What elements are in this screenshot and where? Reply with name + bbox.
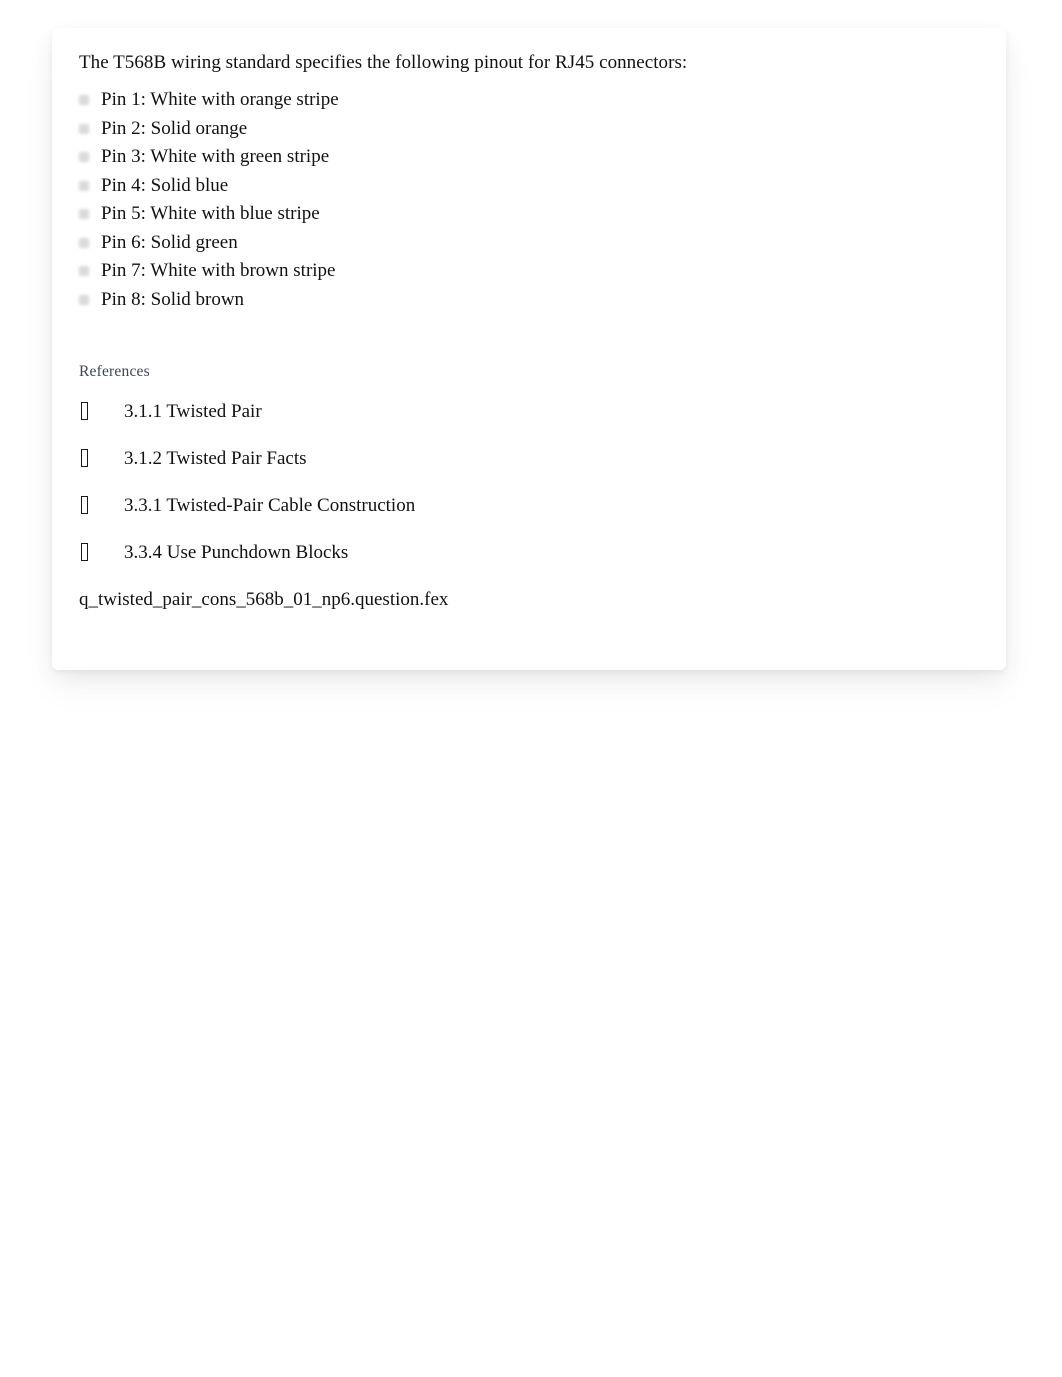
- pinout-item-label: Pin 6: Solid green: [101, 231, 238, 253]
- list-item: Pin 8: Solid brown: [79, 286, 982, 315]
- list-item: Pin 7: White with brown stripe: [79, 257, 982, 286]
- pinout-item-label: Pin 2: Solid orange: [101, 117, 248, 139]
- references-list: 3.1.1 Twisted Pair 3.1.2 Twisted Pair Fa…: [79, 400, 982, 565]
- missing-glyph-box-icon: [81, 496, 88, 514]
- list-item: Pin 4: Solid blue: [79, 172, 982, 201]
- references-heading: References: [79, 363, 150, 380]
- list-item: Pin 3: White with green stripe: [79, 143, 982, 172]
- list-item: Pin 6: Solid green: [79, 229, 982, 258]
- reference-link-label[interactable]: 3.1.1 Twisted Pair: [124, 401, 262, 422]
- card-content: The T568B wiring standard specifies the …: [79, 50, 982, 612]
- list-item[interactable]: 3.1.1 Twisted Pair: [79, 400, 982, 424]
- bullet-icon: [79, 180, 89, 191]
- reference-link-label[interactable]: 3.1.2 Twisted Pair Facts: [124, 448, 307, 469]
- bullet-icon: [79, 95, 89, 105]
- pinout-item-label: Pin 8: Solid brown: [101, 288, 245, 310]
- pinout-list: Pin 1: White with orange stripe Pin 2: S…: [79, 86, 982, 314]
- pinout-item-label: Pin 4: Solid blue: [101, 174, 229, 196]
- list-item: Pin 1: White with orange stripe: [79, 86, 982, 115]
- bullet-icon: [79, 294, 89, 305]
- list-item: Pin 2: Solid orange: [79, 115, 982, 144]
- pinout-item-label: Pin 1: White with orange stripe: [101, 89, 339, 110]
- reference-link-label[interactable]: 3.3.4 Use Punchdown Blocks: [124, 542, 348, 563]
- pinout-item-label: Pin 5: White with blue stripe: [101, 203, 320, 224]
- pinout-item-label: Pin 3: White with green stripe: [101, 146, 330, 167]
- list-item[interactable]: 3.1.2 Twisted Pair Facts: [79, 447, 982, 471]
- missing-glyph-box-icon: [81, 449, 88, 467]
- missing-glyph-box-icon: [81, 402, 88, 420]
- pinout-item-label: Pin 7: White with brown stripe: [101, 260, 336, 281]
- source-filename: q_twisted_pair_cons_568b_01_np6.question…: [79, 589, 449, 610]
- references-section: References 3.1.1 Twisted Pair 3.1.2 Twis…: [79, 362, 982, 612]
- list-item[interactable]: 3.3.4 Use Punchdown Blocks: [79, 541, 982, 565]
- list-item[interactable]: 3.3.1 Twisted-Pair Cable Construction: [79, 494, 982, 518]
- bullet-icon: [79, 123, 89, 134]
- bullet-icon: [79, 209, 89, 219]
- list-item: Pin 5: White with blue stripe: [79, 200, 982, 229]
- reference-link-label[interactable]: 3.3.1 Twisted-Pair Cable Construction: [124, 495, 415, 516]
- bullet-icon: [79, 237, 89, 248]
- bullet-icon: [79, 266, 89, 276]
- bullet-icon: [79, 152, 89, 162]
- missing-glyph-box-icon: [81, 543, 88, 561]
- answer-explanation-card: The T568B wiring standard specifies the …: [52, 28, 1006, 670]
- intro-paragraph: The T568B wiring standard specifies the …: [79, 52, 688, 73]
